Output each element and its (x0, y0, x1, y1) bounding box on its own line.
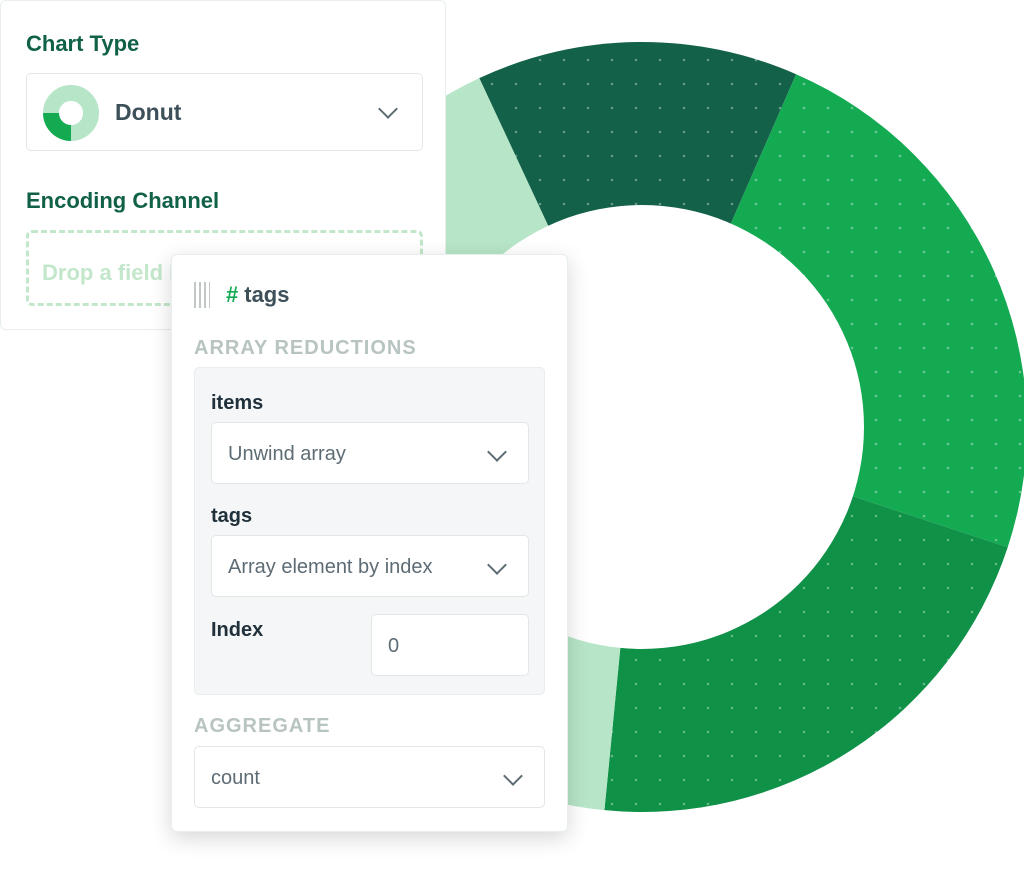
chevron-down-icon (378, 99, 398, 119)
chevron-down-icon (487, 555, 507, 575)
donut-chart-icon (43, 85, 99, 141)
index-input[interactable]: 0 (371, 614, 529, 676)
field-popover: # tags ARRAY REDUCTIONS items Unwind arra… (171, 254, 568, 832)
encoding-channel-label: Encoding Channel (26, 188, 220, 213)
field-title: # tags (226, 282, 290, 308)
array-reductions-box: items Unwind array tags Array element by… (194, 367, 545, 695)
index-label: Index (211, 619, 264, 641)
items-reduction-select[interactable]: Unwind array (211, 422, 529, 484)
field-name: tags (244, 282, 290, 307)
tags-label: tags (211, 505, 253, 527)
items-label: items (211, 392, 264, 414)
aggregate-value: count (211, 767, 260, 789)
items-reduction-value: Unwind array (228, 443, 346, 465)
chevron-down-icon (487, 442, 507, 462)
chart-type-value: Donut (115, 99, 182, 125)
array-reductions-label: ARRAY REDUCTIONS (194, 337, 417, 359)
field-type-icon: # (226, 282, 239, 307)
chart-type-label: Chart Type (26, 31, 140, 56)
tags-reduction-select[interactable]: Array element by index (211, 535, 529, 597)
chart-type-select[interactable]: Donut (26, 73, 423, 151)
aggregate-label: AGGREGATE (194, 715, 331, 737)
drag-handle-icon[interactable] (194, 282, 210, 308)
chevron-down-icon (503, 766, 523, 786)
aggregate-select[interactable]: count (194, 746, 545, 808)
tags-reduction-value: Array element by index (228, 556, 433, 578)
index-value: 0 (388, 635, 400, 657)
